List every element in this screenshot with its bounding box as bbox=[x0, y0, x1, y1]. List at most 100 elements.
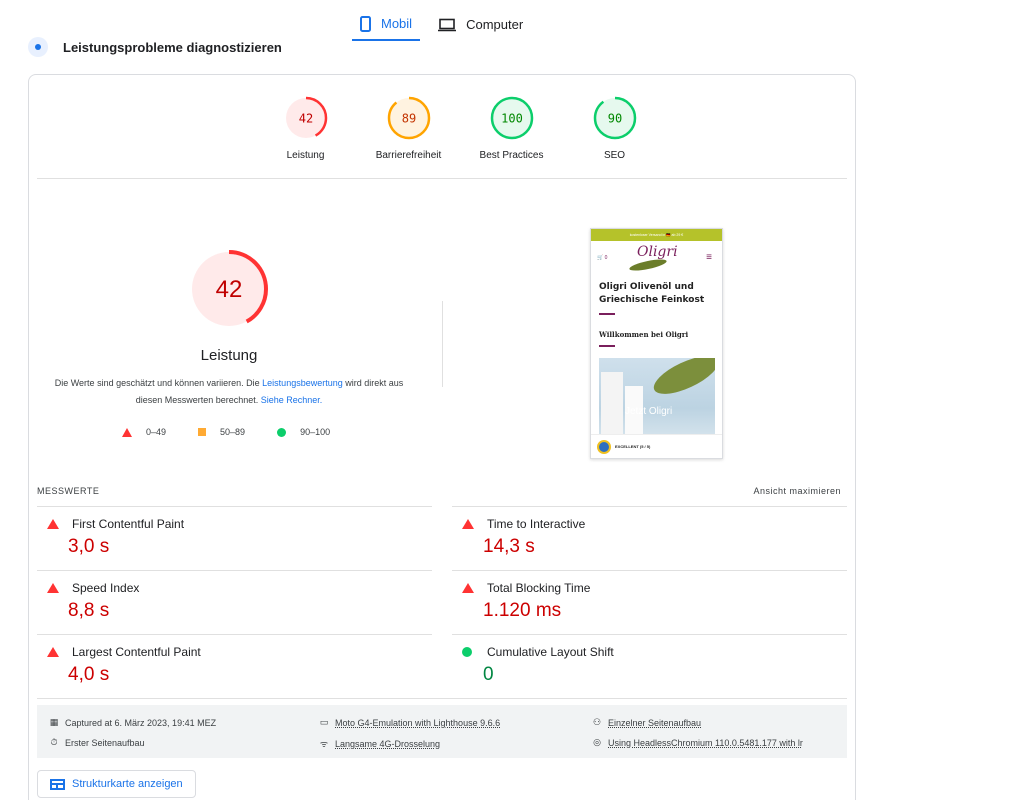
preview-rule-2 bbox=[599, 345, 615, 347]
performance-title: Leistung bbox=[200, 347, 258, 364]
preview-banner: kostenloser Versand in 🇩🇪 ab 29 € bbox=[591, 229, 722, 241]
timer-icon: ⏱ bbox=[50, 737, 58, 747]
metric-value: 4,0 s bbox=[68, 664, 110, 685]
preview-hero-text: Jetzt Oligri bbox=[625, 406, 673, 417]
metric-value: 14,3 s bbox=[483, 536, 535, 557]
tab-mobile[interactable]: Mobil bbox=[352, 8, 421, 41]
pass-circle-icon bbox=[462, 647, 472, 657]
score-value: 89 bbox=[401, 112, 415, 126]
preview-hero-image: Jetzt Oligri bbox=[599, 358, 715, 442]
metric-value: 3,0 s bbox=[68, 536, 110, 557]
info-device[interactable]: ▭ Moto G4-Emulation with Lighthouse 9.6.… bbox=[319, 717, 500, 728]
info-captured-text: Captured at 6. März 2023, 19:41 MEZ bbox=[65, 717, 217, 728]
info-device-text: Moto G4-Emulation with Lighthouse 9.6.6 bbox=[335, 717, 501, 728]
legend-pass: 90–100 bbox=[277, 427, 330, 437]
metric-tti: Time to Interactive 14,3 s bbox=[452, 506, 847, 570]
legend-pass-range: 90–100 bbox=[300, 427, 331, 437]
link-performance-scoring[interactable]: Leistungsbewertung bbox=[262, 378, 343, 388]
metric-label: Total Blocking Time bbox=[487, 581, 591, 595]
legend-average: 50–89 bbox=[198, 427, 245, 437]
circle-icon bbox=[277, 427, 287, 437]
vertical-divider bbox=[442, 301, 443, 387]
metric-value: 1.120 ms bbox=[483, 600, 562, 621]
info-throttling[interactable]: ᯤ Langsame 4G-Drosselung bbox=[319, 737, 440, 750]
legend-fail-range: 0–49 bbox=[146, 427, 167, 437]
fail-triangle-icon bbox=[47, 519, 59, 529]
divider bbox=[37, 178, 847, 179]
score-gauges: 42 Leistung 89 Barrierefreiheit 100 Best Prac… bbox=[254, 96, 666, 161]
info-single-load[interactable]: ⚇ Einzelner Seitenaufbau bbox=[592, 717, 701, 728]
treemap-button-label: Strukturkarte anzeigen bbox=[72, 778, 183, 790]
performance-gauge-large[interactable]: 42 bbox=[189, 249, 269, 329]
hamburger-icon: ≡ bbox=[706, 252, 712, 263]
rating-badge-text: EXCELLENT (5 / 5) bbox=[615, 444, 651, 449]
performance-score-value: 42 bbox=[216, 276, 243, 303]
fail-triangle-icon bbox=[462, 583, 474, 593]
tab-computer[interactable]: Computer bbox=[430, 8, 531, 41]
expand-view-toggle[interactable]: Ansicht maximieren bbox=[753, 486, 841, 496]
metric-speed-index: Speed Index 8,8 s bbox=[37, 570, 432, 634]
info-single-load-text: Einzelner Seitenaufbau bbox=[608, 717, 702, 728]
diagnose-heading: Leistungsprobleme diagnostizieren bbox=[28, 37, 282, 57]
metric-lcp: Largest Contentful Paint 4,0 s bbox=[37, 634, 432, 698]
score-label: Barrierefreiheit bbox=[375, 150, 442, 161]
info-first-load-text: Erster Seitenaufbau bbox=[65, 737, 145, 748]
metric-label: Cumulative Layout Shift bbox=[487, 645, 614, 659]
metric-value: 8,8 s bbox=[68, 600, 110, 621]
preview-header: 🛒 0 Oligri ≡ bbox=[591, 241, 722, 275]
device-tabs: Mobil Computer bbox=[352, 8, 531, 41]
metric-fcp: First Contentful Paint 3,0 s bbox=[37, 506, 432, 570]
score-label: Best Practices bbox=[479, 150, 544, 161]
score-gauge-leistung[interactable]: 42 Leistung bbox=[254, 96, 357, 161]
score-description: Die Werte sind geschätzt und können vari… bbox=[49, 375, 409, 409]
laptop-icon bbox=[438, 18, 457, 32]
info-captured: ▦ Captured at 6. März 2023, 19:41 MEZ bbox=[49, 717, 216, 728]
metric-label: Largest Contentful Paint bbox=[72, 645, 201, 659]
fail-triangle-icon bbox=[47, 583, 59, 593]
divider bbox=[37, 698, 847, 699]
person-icon: ⚇ bbox=[592, 717, 602, 727]
metric-value: 0 bbox=[483, 664, 494, 685]
preview-subheading: Willkommen bei Oligri bbox=[599, 330, 689, 339]
info-browser[interactable]: ◎ Using HeadlessChromium 110.0.5481.177 … bbox=[592, 737, 803, 748]
section-title: Leistungsprobleme diagnostizieren bbox=[63, 39, 282, 55]
tab-computer-label: Computer bbox=[466, 17, 524, 32]
score-legend: 0–49 50–89 90–100 bbox=[122, 427, 330, 437]
square-icon bbox=[198, 428, 207, 436]
info-browser-text: Using HeadlessChromium 110.0.5481.177 wi… bbox=[608, 737, 803, 748]
metric-tbt: Total Blocking Time 1.120 ms bbox=[452, 570, 847, 634]
desc-text-1: Die Werte sind geschätzt und können vari… bbox=[54, 378, 263, 388]
score-label: Leistung bbox=[286, 150, 325, 161]
legend-fail: 0–49 bbox=[122, 427, 166, 437]
fail-triangle-icon bbox=[462, 519, 474, 529]
score-gauge-seo[interactable]: 90 SEO bbox=[563, 96, 666, 161]
run-info-bar: ▦ Captured at 6. März 2023, 19:41 MEZ ⏱ … bbox=[37, 705, 847, 758]
phone-icon bbox=[360, 15, 371, 32]
treemap-icon bbox=[50, 778, 65, 790]
report-card: 42 Leistung 89 Barrierefreiheit 100 Best Prac… bbox=[28, 74, 856, 800]
fail-triangle-icon bbox=[47, 647, 59, 657]
triangle-icon bbox=[122, 427, 132, 437]
score-label: SEO bbox=[603, 150, 626, 161]
metric-label: First Contentful Paint bbox=[72, 517, 185, 531]
cart-icon: 🛒 0 bbox=[597, 255, 608, 261]
preview-rule bbox=[599, 313, 615, 315]
score-gauge-best-practices[interactable]: 100 Best Practices bbox=[460, 96, 563, 161]
link-calculator[interactable]: Siehe Rechner. bbox=[261, 395, 323, 405]
score-gauge-barrierefreiheit[interactable]: 89 Barrierefreiheit bbox=[357, 96, 460, 161]
preview-rating-badge: EXCELLENT (5 / 5) bbox=[591, 434, 722, 458]
bottle-image bbox=[601, 372, 623, 440]
metrics-row: Largest Contentful Paint 4,0 s Cumulativ… bbox=[37, 634, 847, 698]
treemap-button[interactable]: Strukturkarte anzeigen bbox=[37, 770, 196, 798]
metric-label: Time to Interactive bbox=[487, 517, 586, 531]
score-value: 100 bbox=[501, 112, 523, 126]
calendar-icon: ▦ bbox=[49, 717, 59, 727]
tab-mobile-label: Mobil bbox=[381, 16, 413, 31]
diagnose-dot-icon bbox=[28, 37, 48, 57]
info-throttling-text: Langsame 4G-Drosselung bbox=[335, 738, 441, 749]
chrome-icon: ◎ bbox=[593, 737, 601, 747]
final-screenshot: kostenloser Versand in 🇩🇪 ab 29 € 🛒 0 Ol… bbox=[590, 228, 723, 459]
wifi-icon: ᯤ bbox=[319, 739, 329, 749]
metrics-grid: First Contentful Paint 3,0 s Time to Int… bbox=[37, 506, 847, 699]
score-value: 90 bbox=[607, 112, 621, 126]
